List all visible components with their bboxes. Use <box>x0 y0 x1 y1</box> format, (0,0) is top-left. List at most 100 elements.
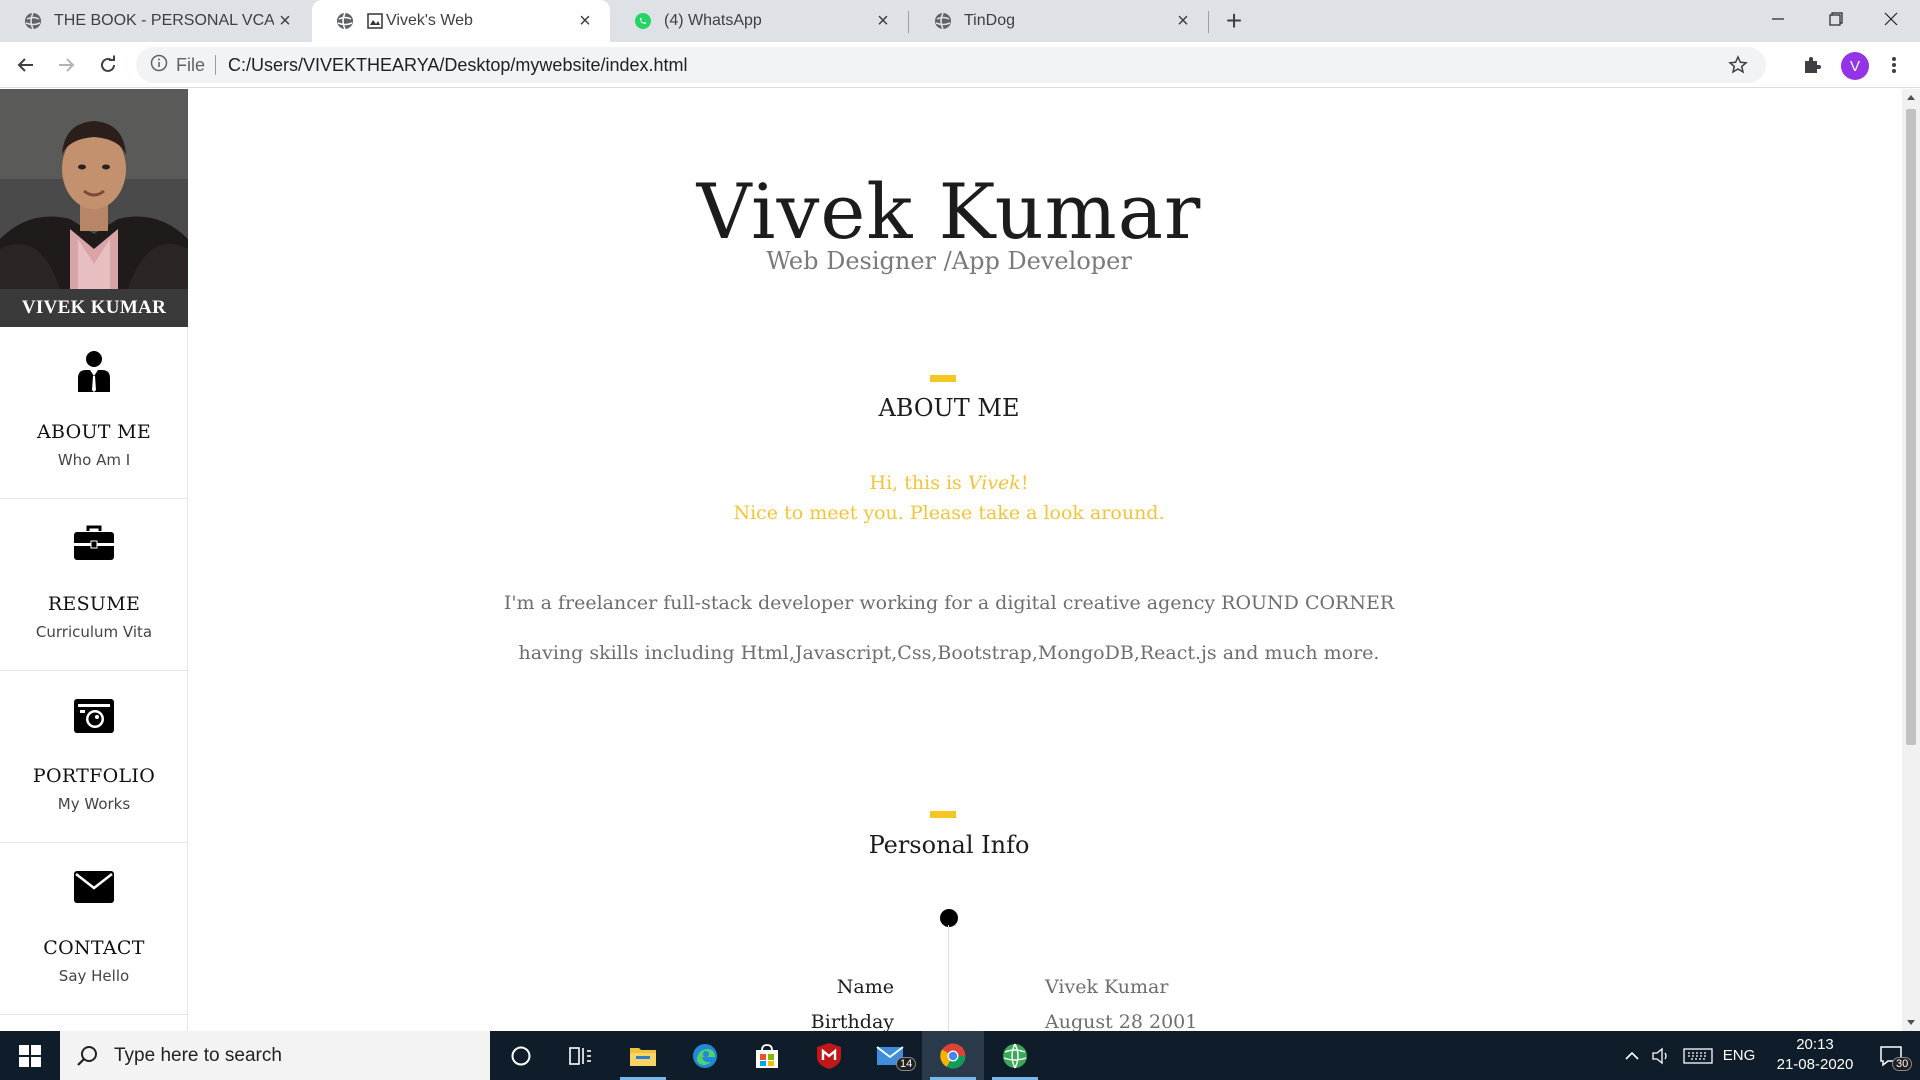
greeting-line-1: Hi, this is Vivek! <box>189 472 1709 494</box>
clock-time: 20:13 <box>1796 1036 1834 1053</box>
tab-separator <box>908 11 909 33</box>
extensions-puzzle-icon[interactable] <box>1796 49 1828 81</box>
tab-tindog[interactable]: TinDog × <box>910 0 1208 42</box>
camera-icon <box>74 695 114 735</box>
globe-icon <box>24 12 42 30</box>
url-divider <box>215 55 217 75</box>
close-tab-icon[interactable]: × <box>872 10 894 32</box>
sidebar: VIVEK KUMAR ABOUT ME Who Am I RESUME Cur… <box>0 89 188 1031</box>
whatsapp-icon <box>634 12 652 30</box>
greeting-name: Vivek <box>967 472 1021 494</box>
globe-app-icon[interactable] <box>984 1031 1046 1080</box>
mcafee-icon[interactable] <box>798 1031 860 1080</box>
profile-photo <box>0 89 188 289</box>
page-scrollbar[interactable] <box>1902 89 1920 1031</box>
edge-browser-icon[interactable] <box>674 1031 736 1080</box>
about-section-title: ABOUT ME <box>878 394 1020 422</box>
greeting-prefix: Hi, this is <box>869 472 968 494</box>
sidebar-item-resume[interactable]: RESUME Curriculum Vita <box>0 499 188 671</box>
tab-title: THE BOOK - PERSONAL VCARD HTML TEMPLATE <box>54 12 274 29</box>
timeline-dot <box>940 909 958 927</box>
globe-icon <box>336 12 354 30</box>
sidebar-item-portfolio[interactable]: PORTFOLIO My Works <box>0 671 188 843</box>
notification-center-icon[interactable]: 30 <box>1866 1031 1916 1080</box>
sidebar-item-subtitle: Say Hello <box>58 967 130 985</box>
bio-line-2: having skills including Html,Javascript,… <box>518 642 1380 664</box>
windows-start-button[interactable] <box>0 1031 60 1080</box>
language-indicator[interactable]: ENG <box>1718 1031 1760 1080</box>
url-text: C:/Users/VIVEKTHEARYA/Desktop/mywebsite/… <box>228 54 688 75</box>
globe-icon <box>934 12 952 30</box>
keyboard-icon[interactable] <box>1680 1031 1716 1080</box>
page-viewport: VIVEK KUMAR ABOUT ME Who Am I RESUME Cur… <box>0 89 1902 1031</box>
info-value-name: Vivek Kumar <box>1045 976 1169 998</box>
info-label-name: Name <box>836 976 894 998</box>
browser-tab-strip: THE BOOK - PERSONAL VCARD HTML TEMPLATE … <box>0 0 1920 42</box>
windows-taskbar: Type here to search 14 ENG 20:13 21-08-2… <box>0 1031 1920 1080</box>
sidebar-item-subtitle: My Works <box>57 795 131 813</box>
tab-whatsapp[interactable]: (4) WhatsApp × <box>610 0 908 42</box>
file-explorer-icon[interactable] <box>612 1031 674 1080</box>
hero-role: Web Designer /App Developer <box>766 247 1132 275</box>
info-icon[interactable] <box>150 54 168 77</box>
bookmark-star-icon[interactable] <box>1728 55 1748 80</box>
new-tab-button[interactable]: + <box>1219 5 1249 36</box>
sidebar-item-title: PORTFOLIO <box>32 765 156 787</box>
back-button[interactable] <box>10 49 42 81</box>
hero-name: Vivek Kumar <box>696 167 1202 256</box>
mail-icon[interactable]: 14 <box>860 1031 922 1080</box>
forward-button[interactable] <box>50 49 82 81</box>
sidebar-item-contact[interactable]: CONTACT Say Hello <box>0 843 188 1015</box>
taskbar-search-input[interactable]: Type here to search <box>60 1031 490 1080</box>
system-clock[interactable]: 20:13 21-08-2020 <box>1760 1035 1870 1075</box>
notification-count-badge: 30 <box>1892 1057 1913 1071</box>
search-placeholder: Type here to search <box>114 1044 282 1066</box>
sidebar-item-subtitle: Who Am I <box>57 451 131 469</box>
profile-avatar[interactable]: V <box>1841 52 1869 80</box>
close-tab-icon[interactable]: × <box>574 10 596 32</box>
mail-badge: 14 <box>896 1057 917 1071</box>
scrollbar-thumb[interactable] <box>1906 109 1916 745</box>
tab-separator <box>1208 11 1209 33</box>
volume-icon[interactable] <box>1648 1031 1676 1080</box>
browser-toolbar: File C:/Users/VIVEKTHEARYA/Desktop/myweb… <box>0 42 1920 88</box>
close-tab-icon[interactable]: × <box>274 10 296 32</box>
timeline-line <box>948 925 949 1031</box>
tab-title: Vivek's Web <box>386 12 473 29</box>
section-accent-bar <box>930 375 956 382</box>
tab-title: TinDog <box>964 12 1015 29</box>
sidebar-name: VIVEK KUMAR <box>0 289 188 327</box>
sidebar-item-title: RESUME <box>47 593 141 615</box>
briefcase-icon <box>74 523 114 563</box>
minimize-button[interactable] <box>1749 0 1807 38</box>
url-scheme: File <box>176 54 206 75</box>
sidebar-item-title: CONTACT <box>43 937 145 959</box>
restore-button[interactable] <box>1807 0 1865 38</box>
envelope-icon <box>74 867 114 907</box>
section-accent-bar <box>930 811 956 818</box>
show-hidden-icons-chevron-icon[interactable] <box>1618 1031 1646 1080</box>
tab-the-book[interactable]: THE BOOK - PERSONAL VCARD HTML TEMPLATE … <box>0 0 310 42</box>
chrome-icon[interactable] <box>922 1031 984 1080</box>
scroll-up-arrow-icon[interactable] <box>1907 95 1915 100</box>
task-view-icon[interactable] <box>550 1031 612 1080</box>
close-window-button[interactable] <box>1862 0 1920 38</box>
address-bar[interactable]: File C:/Users/VIVEKTHEARYA/Desktop/myweb… <box>136 47 1766 83</box>
personal-info-title: Personal Info <box>868 831 1030 859</box>
main-content: Vivek Kumar Web Designer /App Developer … <box>189 89 1902 1031</box>
close-tab-icon[interactable]: × <box>1172 10 1194 32</box>
info-value-birthday: August 28 2001 <box>1045 1011 1198 1031</box>
reload-button[interactable] <box>92 49 124 81</box>
microsoft-store-icon[interactable] <box>736 1031 798 1080</box>
tab-viveks-web[interactable]: Vivek's Web × <box>312 0 610 42</box>
sidebar-item-about-me[interactable]: ABOUT ME Who Am I <box>0 327 188 499</box>
tab-title: (4) WhatsApp <box>664 12 762 29</box>
sidebar-item-title: ABOUT ME <box>36 421 152 443</box>
browser-menu-icon[interactable] <box>1878 49 1910 81</box>
sidebar-item-subtitle: Curriculum Vita <box>35 623 153 641</box>
cortana-icon[interactable] <box>490 1031 552 1080</box>
scroll-down-arrow-icon[interactable] <box>1907 1020 1915 1025</box>
clock-date: 21-08-2020 <box>1776 1056 1854 1073</box>
person-icon <box>74 351 114 392</box>
site-logo-icon <box>366 12 384 30</box>
